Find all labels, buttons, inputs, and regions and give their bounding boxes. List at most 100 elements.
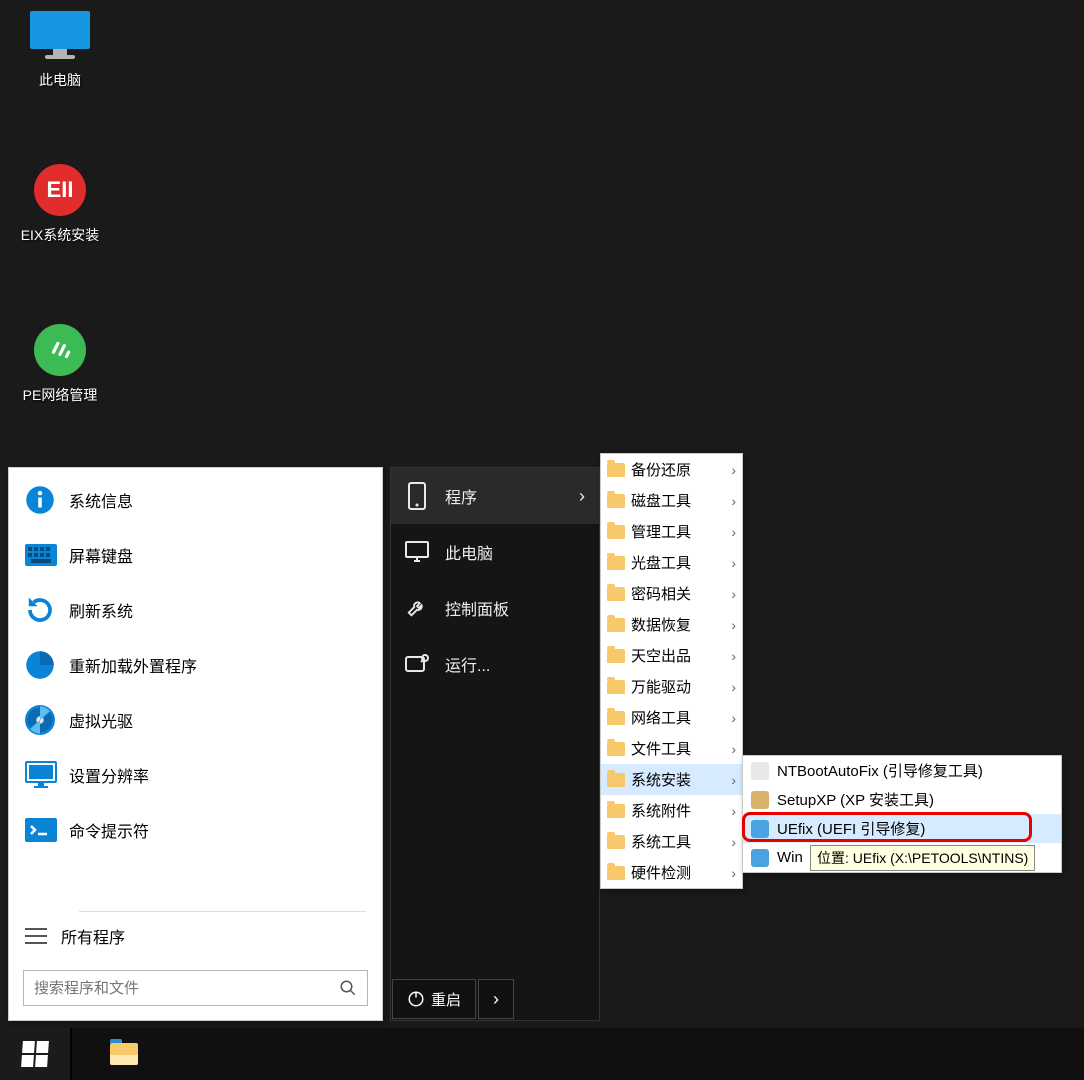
submenu-item[interactable]: 磁盘工具 › <box>601 485 742 516</box>
flyout-item[interactable]: SetupXP (XP 安装工具) <box>743 785 1061 814</box>
start-item-resolution[interactable]: 设置分辨率 <box>9 747 382 802</box>
desktop-icon-this-pc[interactable]: 此电脑 <box>10 10 110 90</box>
start-menu: 系统信息 屏幕键盘 刷新系统 重新加载外置程序 虚拟光驱 <box>8 467 383 1021</box>
info-icon <box>25 485 69 515</box>
chevron-right-icon: › <box>731 679 736 695</box>
start-button[interactable] <box>0 1028 70 1080</box>
folder-icon <box>607 494 625 508</box>
start-item-on-screen-keyboard[interactable]: 屏幕键盘 <box>9 527 382 582</box>
submenu-item[interactable]: 系统安装 › <box>601 764 742 795</box>
folder-icon <box>607 711 625 725</box>
places-label: 运行... <box>445 652 490 676</box>
start-item-reload-external[interactable]: 重新加载外置程序 <box>9 637 382 692</box>
chart-icon <box>25 650 69 680</box>
desktop-icon-pe-network[interactable]: PE网络管理 <box>10 325 110 405</box>
chevron-right-icon: › <box>731 741 736 757</box>
submenu-item[interactable]: 天空出品› <box>601 640 742 671</box>
submenu-item[interactable]: 密码相关 › <box>601 578 742 609</box>
submenu-label: 系统附件 <box>631 800 691 821</box>
submenu-item[interactable]: 备份还原› <box>601 454 742 485</box>
windows-logo-icon <box>21 1041 49 1067</box>
submenu-label: 系统安装 <box>631 769 691 790</box>
disc-icon <box>25 705 69 735</box>
taskbar <box>0 1028 1084 1080</box>
desktop-icon-label: 此电脑 <box>10 70 110 90</box>
folder-icon <box>607 835 625 849</box>
start-item-label: 屏幕键盘 <box>69 543 133 567</box>
start-item-refresh[interactable]: 刷新系统 <box>9 582 382 637</box>
eix-icon: EII <box>30 165 90 215</box>
folder-icon <box>607 556 625 570</box>
places-programs[interactable]: 程序 › <box>391 468 599 524</box>
all-programs-button[interactable]: 所有程序 <box>9 912 382 960</box>
submenu-item[interactable]: 管理工具› <box>601 516 742 547</box>
chevron-right-icon: › <box>731 493 736 509</box>
chevron-right-icon: › <box>493 989 499 1010</box>
folder-icon <box>607 618 625 632</box>
run-icon <box>405 654 429 674</box>
start-item-system-info[interactable]: 系统信息 <box>9 472 382 527</box>
submenu-item[interactable]: 数据恢复 › <box>601 609 742 640</box>
search-box[interactable] <box>23 970 368 1006</box>
search-row <box>9 960 382 1020</box>
submenu-item[interactable]: 光盘工具› <box>601 547 742 578</box>
chevron-right-icon: › <box>731 617 736 633</box>
submenu-item[interactable]: 系统附件› <box>601 795 742 826</box>
flyout-item[interactable]: NTBootAutoFix (引导修复工具) <box>743 756 1061 785</box>
device-icon <box>405 482 429 510</box>
folder-icon <box>607 587 625 601</box>
start-item-label: 设置分辨率 <box>69 763 149 787</box>
start-item-label: 系统信息 <box>69 488 133 512</box>
submenu-item[interactable]: 硬件检测 › <box>601 857 742 888</box>
folder-icon <box>607 463 625 477</box>
places-label: 程序 <box>445 484 477 508</box>
places-control-panel[interactable]: 控制面板 <box>391 580 599 636</box>
file-explorer-icon <box>110 1043 138 1065</box>
taskbar-file-explorer[interactable] <box>96 1028 152 1080</box>
folder-icon <box>607 773 625 787</box>
start-item-cmd[interactable]: 命令提示符 <box>9 802 382 857</box>
wrench-icon <box>405 597 429 619</box>
search-icon[interactable] <box>329 979 367 997</box>
app-icon <box>751 820 769 838</box>
list-icon <box>25 928 47 944</box>
start-item-label: 虚拟光驱 <box>69 708 133 732</box>
places-run[interactable]: 运行... <box>391 636 599 692</box>
desktop-icon-eix-installer[interactable]: EII EIX系统安装 <box>10 165 110 245</box>
monitor-outline-icon <box>405 541 429 563</box>
chevron-right-icon: › <box>731 586 736 602</box>
restart-options-button[interactable]: › <box>478 979 514 1019</box>
flyout-item[interactable]: UEfix (UEFI 引导修复) <box>743 814 1061 843</box>
folder-icon <box>607 866 625 880</box>
chevron-right-icon: › <box>731 834 736 850</box>
submenu-label: 数据恢复 <box>631 614 691 635</box>
chevron-right-icon: › <box>731 772 736 788</box>
flyout-label: NTBootAutoFix (引导修复工具) <box>777 760 983 781</box>
submenu-item[interactable]: 文件工具 › <box>601 733 742 764</box>
search-input[interactable] <box>24 980 329 997</box>
folder-icon <box>607 649 625 663</box>
submenu-label: 硬件检测 <box>631 862 691 883</box>
submenu-label: 密码相关 <box>631 583 691 604</box>
flyout-label: UEfix (UEFI 引导修复) <box>777 818 925 839</box>
submenu-label: 万能驱动 <box>631 676 691 697</box>
restart-button[interactable]: 重启 <box>392 979 476 1019</box>
submenu-label: 系统工具 <box>631 831 691 852</box>
submenu-item[interactable]: 网络工具› <box>601 702 742 733</box>
chevron-right-icon: › <box>731 865 736 881</box>
chevron-right-icon: › <box>579 486 585 507</box>
flyout-label: Win <box>777 849 803 866</box>
submenu-label: 磁盘工具 <box>631 490 691 511</box>
flyout-label: SetupXP (XP 安装工具) <box>777 789 934 810</box>
submenu-item[interactable]: 万能驱动 › <box>601 671 742 702</box>
tooltip: 位置: UEfix (X:\PETOOLS\NTINS) <box>810 845 1035 871</box>
start-item-label: 重新加载外置程序 <box>69 653 197 677</box>
desktop-icon-label: PE网络管理 <box>10 385 110 405</box>
start-item-virtual-cd[interactable]: 虚拟光驱 <box>9 692 382 747</box>
submenu-item[interactable]: 系统工具 › <box>601 826 742 857</box>
submenu-label: 文件工具 <box>631 738 691 759</box>
chevron-right-icon: › <box>731 710 736 726</box>
monitor-icon <box>30 10 90 60</box>
folder-icon <box>607 804 625 818</box>
places-this-pc[interactable]: 此电脑 <box>391 524 599 580</box>
